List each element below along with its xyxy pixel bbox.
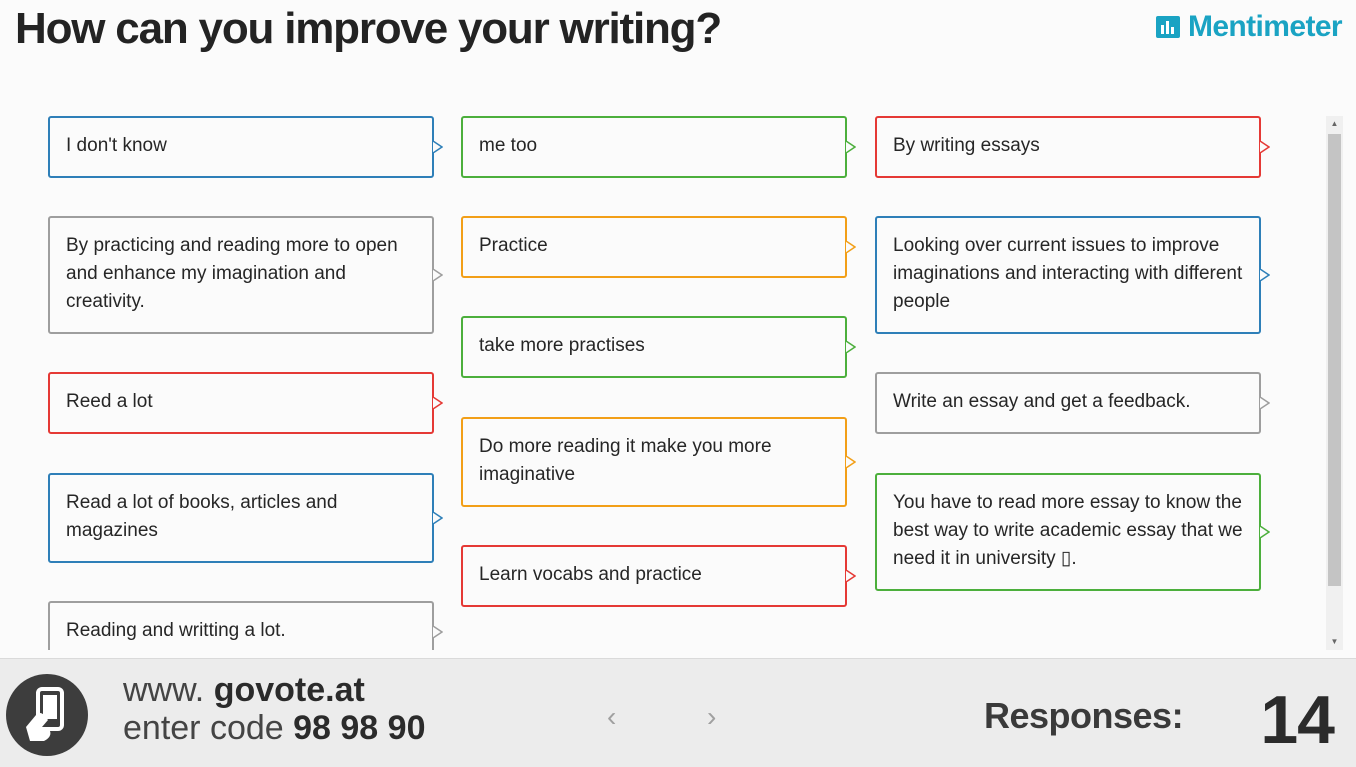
speech-pointer-icon [846, 141, 856, 153]
speech-pointer-icon [846, 241, 856, 253]
header: How can you improve your writing? Mentim… [0, 0, 1356, 70]
speech-pointer-icon [433, 397, 443, 409]
response-text: Looking over current issues to improve i… [893, 235, 1243, 312]
response-text: Reading and writting a lot. [66, 620, 286, 641]
response-card: Looking over current issues to improve i… [875, 216, 1270, 334]
mentimeter-logo: Mentimeter [1155, 10, 1343, 44]
speech-pointer-icon [846, 570, 856, 582]
responses-board: I don't know By practicing and reading m… [0, 112, 1320, 650]
speech-pointer-icon [433, 626, 443, 638]
response-text: I don't know [66, 135, 167, 156]
scroll-thumb[interactable] [1328, 134, 1341, 586]
vote-url[interactable]: govote.at [214, 671, 365, 709]
response-card: You have to read more essay to know the … [875, 473, 1270, 591]
footer-bar: www. govote.at enter code 98 98 90 ‹ › R… [0, 658, 1356, 767]
response-card: By writing essays [875, 116, 1270, 178]
phone-icon [26, 687, 64, 741]
scroll-down-arrow-icon[interactable]: ▼ [1326, 634, 1343, 650]
response-text: Learn vocabs and practice [479, 564, 702, 585]
response-text: By writing essays [893, 135, 1040, 156]
speech-pointer-icon [433, 269, 443, 281]
vertical-scrollbar[interactable]: ▲ ▼ [1326, 116, 1343, 650]
responses-count: 14 [1260, 682, 1335, 758]
join-instructions: www. govote.at enter code 98 98 90 [123, 671, 425, 747]
response-text: By practicing and reading more to open a… [66, 235, 398, 312]
response-card: Practice [461, 216, 856, 278]
response-card: I don't know [48, 116, 443, 178]
speech-pointer-icon [846, 341, 856, 353]
speech-pointer-icon [1260, 269, 1270, 281]
response-card: Write an essay and get a feedback. [875, 372, 1270, 434]
response-card: Do more reading it make you more imagina… [461, 417, 856, 507]
response-card: Learn vocabs and practice [461, 545, 856, 607]
phone-in-hand-icon [6, 674, 88, 756]
response-card: take more practises [461, 316, 856, 378]
speech-pointer-icon [1260, 397, 1270, 409]
response-text: Read a lot of books, articles and magazi… [66, 492, 338, 541]
bar-chart-icon [1155, 16, 1180, 38]
response-text: Practice [479, 235, 548, 256]
vote-url-line: www. govote.at [123, 671, 365, 709]
response-card: Read a lot of books, articles and magazi… [48, 473, 443, 563]
speech-pointer-icon [433, 512, 443, 524]
scroll-up-arrow-icon[interactable]: ▲ [1326, 116, 1343, 132]
response-card: Reed a lot [48, 372, 443, 434]
voting-code: 98 98 90 [293, 709, 426, 747]
response-text: Write an essay and get a feedback. [893, 391, 1191, 412]
response-card: me too [461, 116, 856, 178]
speech-pointer-icon [1260, 526, 1270, 538]
brand-name: Mentimeter [1187, 10, 1343, 43]
response-text: Do more reading it make you more imagina… [479, 436, 772, 485]
response-text: Reed a lot [66, 391, 153, 412]
code-line: enter code 98 98 90 [123, 709, 426, 747]
response-text: take more practises [479, 335, 645, 356]
response-card: By practicing and reading more to open a… [48, 216, 443, 334]
speech-pointer-icon [1260, 141, 1270, 153]
chevron-left-icon[interactable]: ‹ [607, 703, 616, 731]
chevron-right-icon[interactable]: › [707, 703, 716, 731]
responses-label: Responses: [984, 695, 1184, 736]
response-text: me too [479, 135, 538, 156]
response-text: You have to read more essay to know the … [893, 492, 1243, 569]
speech-pointer-icon [433, 141, 443, 153]
speech-pointer-icon [846, 456, 856, 468]
question-title: How can you improve your writing? [15, 4, 722, 53]
response-card: Reading and writting a lot. [48, 601, 443, 650]
